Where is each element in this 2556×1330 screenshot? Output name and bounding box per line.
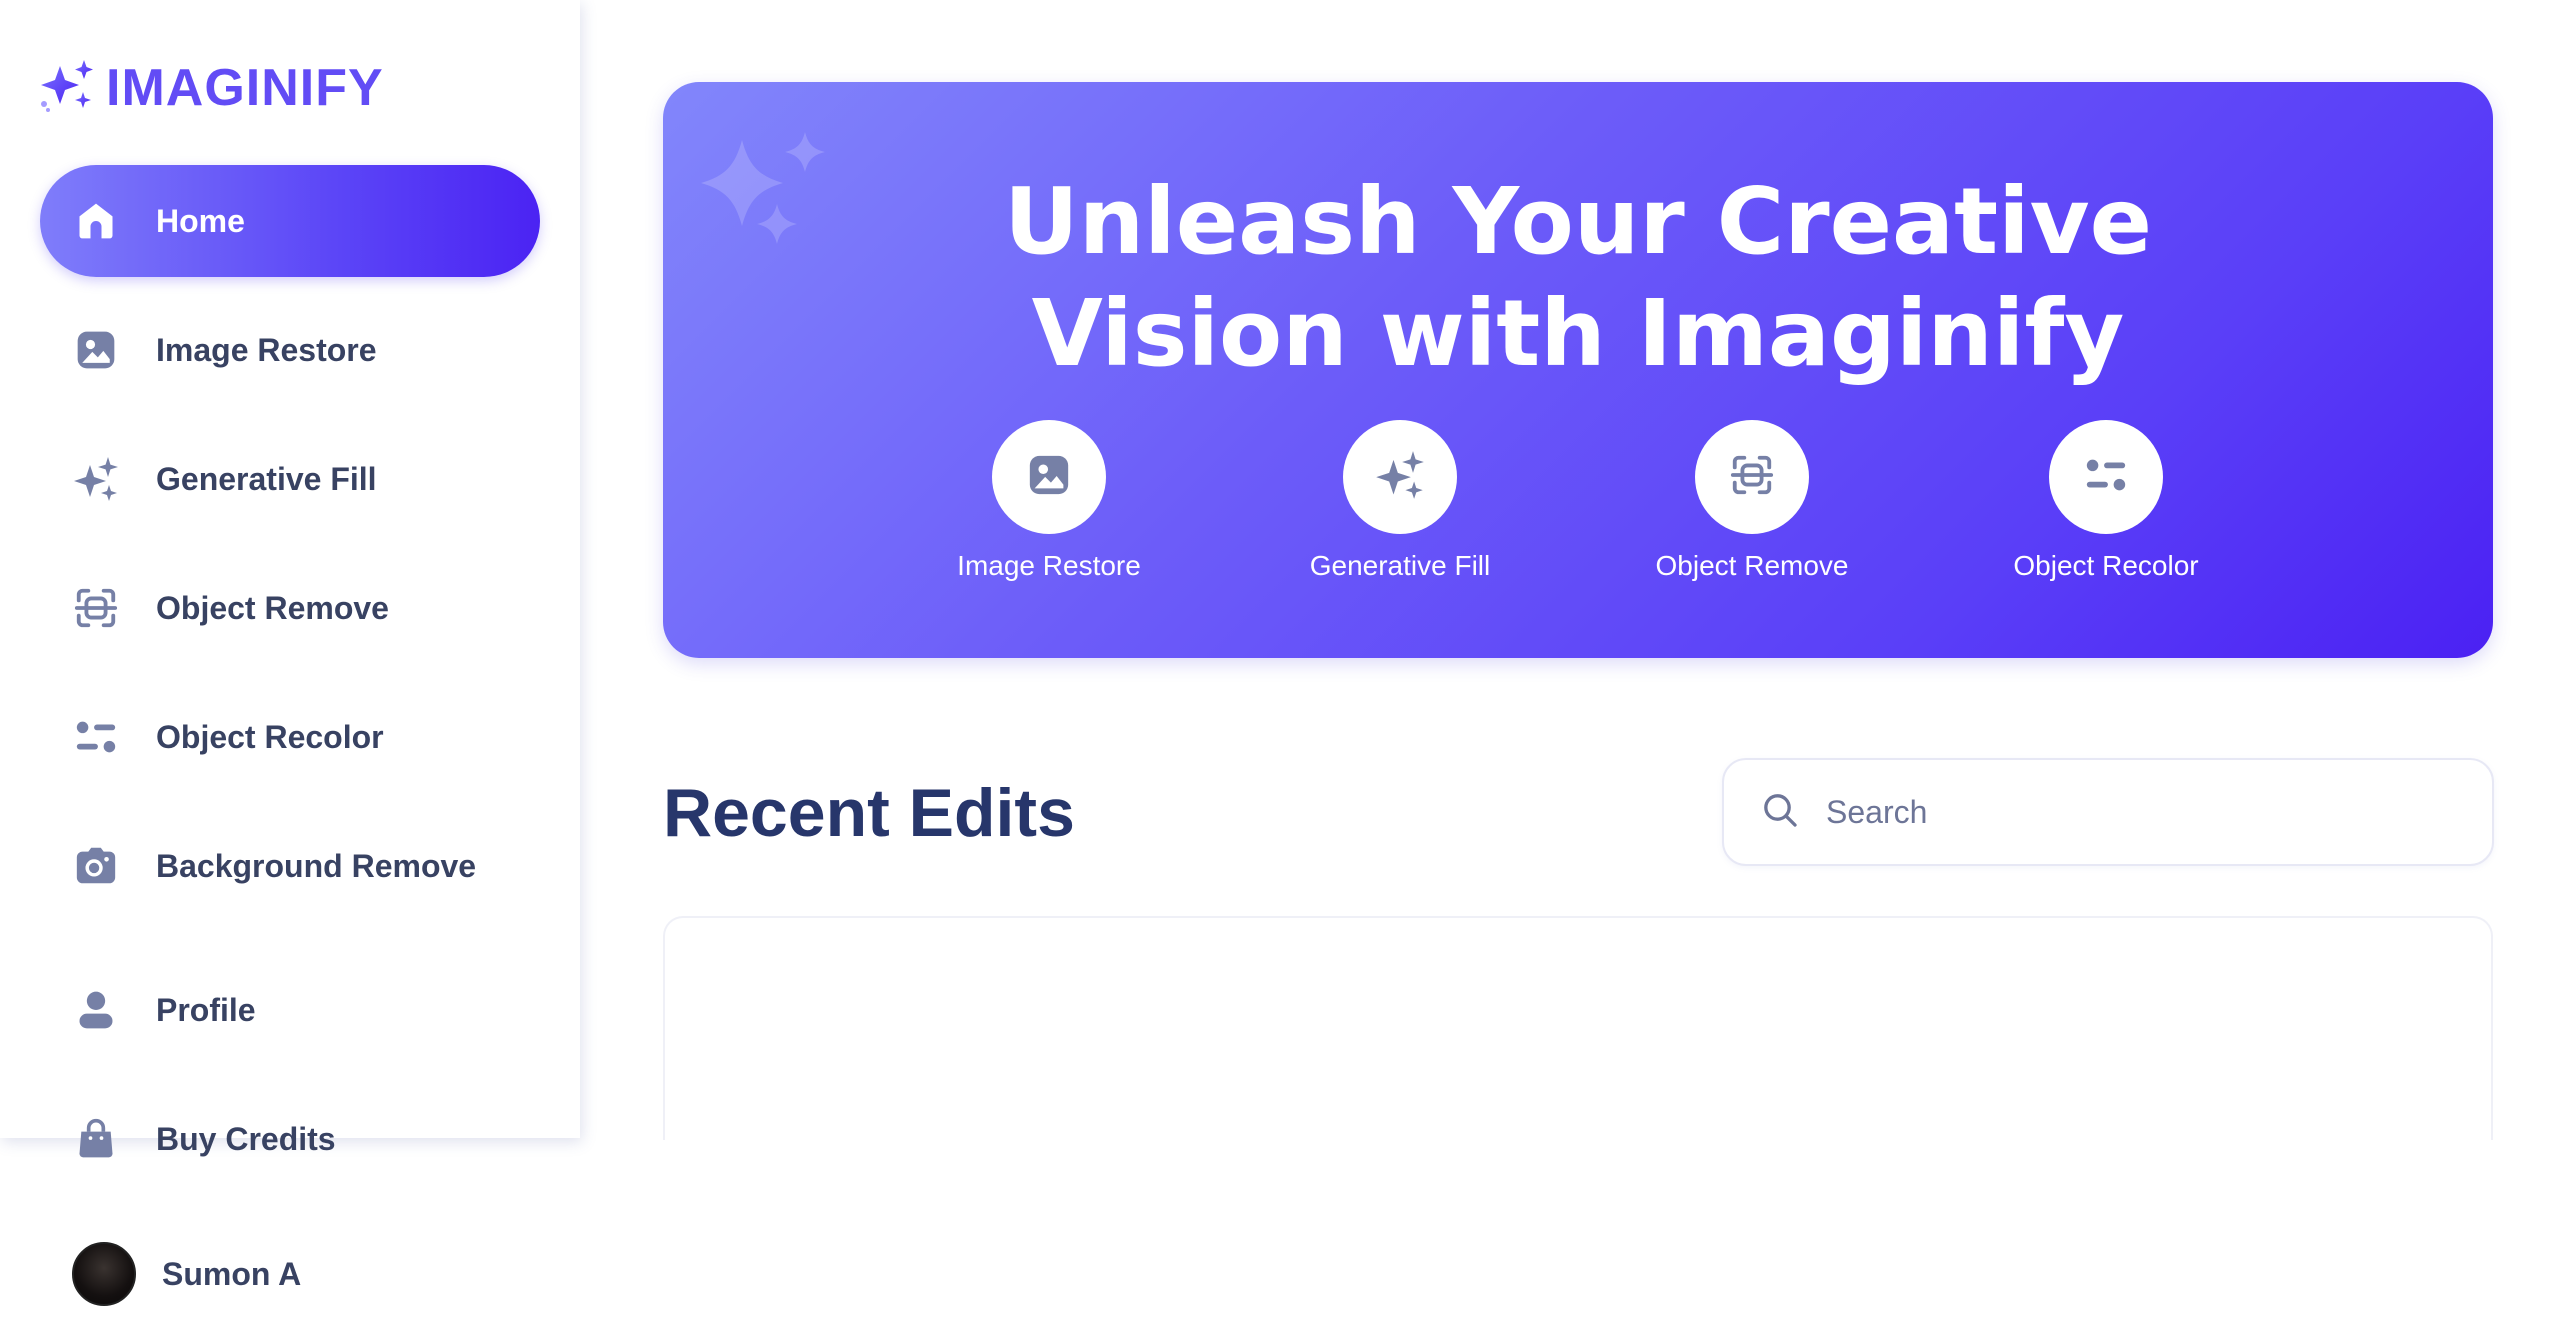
sidebar-item-label: Profile [156,991,256,1028]
scan-icon [72,584,120,632]
image-icon [72,326,120,374]
sidebar-item-object-recolor[interactable]: Object Recolor [40,681,540,793]
tool-image-restore[interactable]: Image Restore [919,420,1179,582]
sidebar-item-background-remove[interactable]: Background Remove [40,810,540,922]
user-name: Sumon A [162,1255,302,1292]
sidebar-item-image-restore[interactable]: Image Restore [40,294,540,406]
sidebar-item-label: Background Remove [156,847,477,884]
tool-label: Generative Fill [1309,550,1491,581]
search-input[interactable] [1826,793,2426,831]
sidebar-item-label: Object Recolor [156,718,384,755]
sidebar-item-buy-credits[interactable]: Buy Credits [40,1083,540,1195]
sidebar-item-generative-fill[interactable]: Generative Fill [40,423,540,535]
sidebar-item-home[interactable]: Home [40,165,540,277]
brand-name: IMAGINIFY [106,59,384,117]
user-icon [72,986,120,1034]
banner-title-line1: Unleash Your Creative [1003,168,2153,275]
hero-banner: Unleash Your Creative Vision with Imagin… [663,82,2493,658]
tool-circle[interactable] [992,420,1106,534]
recent-edits-panel [663,916,2493,1140]
sidebar-item-label: Buy Credits [156,1120,336,1157]
sidebar: IMAGINIFY Home Image Restore Generative … [0,0,580,1158]
scan-icon [1729,452,1775,503]
camera-icon [72,842,120,890]
tool-circle[interactable] [1343,420,1457,534]
brand-logo[interactable]: IMAGINIFY [38,56,384,120]
avatar[interactable] [72,1242,136,1306]
search-icon [1760,790,1800,835]
recent-edits-heading: Recent Edits [663,775,1075,851]
tool-circle[interactable] [1695,420,1809,534]
user-profile[interactable]: Sumon A [72,1242,301,1306]
sidebar-item-label: Object Remove [156,589,389,626]
tool-object-remove[interactable]: Object Remove [1622,420,1882,582]
bag-icon [72,1115,120,1163]
search-box[interactable] [1722,758,2494,866]
banner-title-line2: Vision with Imaginify [1031,280,2125,387]
tool-generative-fill[interactable]: Generative Fill [1270,420,1530,582]
image-icon [1026,452,1072,503]
banner-title: Unleash Your Creative Vision with Imagin… [663,166,2493,390]
sparkles-icon [1374,449,1426,506]
tool-object-recolor[interactable]: Object Recolor [1976,420,2236,582]
tool-label: Object Remove [1655,550,1849,581]
sidebar-item-object-remove[interactable]: Object Remove [40,552,540,664]
filter-icon [72,713,120,761]
sidebar-item-label: Home [156,202,245,239]
home-icon [72,197,120,245]
sparkles-icon [72,455,120,503]
tool-label: Object Recolor [2013,550,2199,581]
sidebar-item-profile[interactable]: Profile [40,954,540,1066]
sidebar-item-label: Image Restore [156,331,377,368]
tool-circle[interactable] [2049,420,2163,534]
sidebar-item-label: Generative Fill [156,460,377,497]
filter-icon [2083,452,2129,503]
tool-label: Image Restore [957,550,1141,581]
sparkle-logo-icon [38,58,98,119]
